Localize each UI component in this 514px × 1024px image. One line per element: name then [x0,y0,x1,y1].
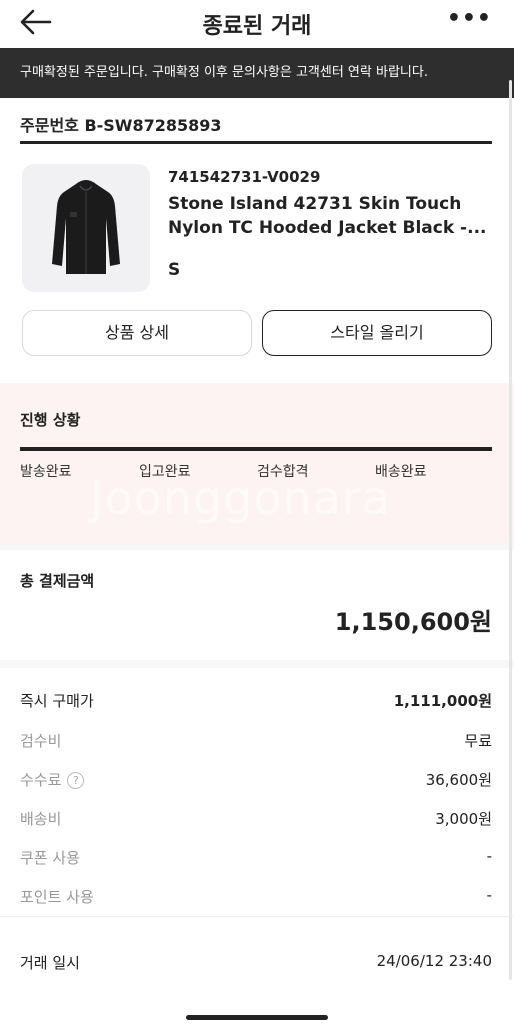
post-style-button[interactable]: 스타일 올리기 [262,310,492,356]
total-payment-section: 총 결제금액 1,150,600원 [0,550,514,660]
shipping-fee-label: 배송비 [20,810,62,828]
order-number: 주문번호 B-SW87285893 [20,116,222,135]
progress-section: Joonggonara 진행 상황 발송완료 입고완료 검수합격 배송완료 [0,383,514,543]
points-value: - [486,886,492,904]
shipping-fee-row: 배송비 3,000원 [20,808,492,832]
step-received: 입고완료 [139,464,191,480]
step-delivered: 배송완료 [375,464,427,480]
service-fee-row: 수수료? 36,600원 [20,769,492,793]
trade-date-row: 거래 일시 24/06/12 23:40 [20,952,492,976]
top-bar: 종료된 거래 ••• [0,0,514,48]
total-amount: 1,150,600원 [334,608,492,636]
help-icon[interactable]: ? [67,772,85,789]
coupon-value: - [486,847,492,865]
progress-title: 진행 상황 [20,411,81,429]
step-inspected: 검수합격 [257,464,309,480]
payment-details: 즉시 구매가 1,111,000원 검수비 무료 수수료? 36,600원 배송… [0,668,514,1024]
product-size: S [168,260,181,280]
product-name: Stone Island 42731 Skin Touch Nylon TC H… [168,194,487,238]
trade-date-label: 거래 일시 [20,954,80,972]
details-divider [0,916,514,917]
page-title: 종료된 거래 [202,14,312,39]
product-detail-button[interactable]: 상품 상세 [22,310,252,356]
points-row: 포인트 사용 - [20,886,492,910]
shipping-fee-value: 3,000원 [435,810,492,828]
instant-buy-label: 즉시 구매가 [20,692,94,710]
product-thumbnail[interactable] [22,164,150,292]
coupon-label: 쿠폰 사용 [20,849,80,867]
more-options-icon[interactable]: ••• [447,6,492,31]
inspection-fee-value: 무료 [464,732,492,750]
product-code: 741542731-V0029 [168,168,321,186]
service-fee-label: 수수료 [20,771,62,789]
points-label: 포인트 사용 [20,888,94,906]
instant-buy-value: 1,111,000원 [393,692,492,710]
scrollbar[interactable] [509,80,512,980]
order-card: 주문번호 B-SW87285893 741542731-V0029 Stone … [0,98,514,383]
confirmation-notice: 구매확정된 주문입니다. 구매확정 이후 문의사항은 고객센터 연락 바랍니다. [0,48,514,98]
order-divider [20,141,492,144]
inspection-fee-label: 검수비 [20,732,62,750]
step-shipped: 발송완료 [20,464,72,480]
inspection-fee-row: 검수비 무료 [20,730,492,754]
total-label: 총 결제금액 [20,572,95,590]
service-fee-label-wrap: 수수료? [20,769,85,790]
price-row: 즉시 구매가 1,111,000원 [20,690,492,714]
service-fee-value: 36,600원 [425,771,492,789]
trade-date-value: 24/06/12 23:40 [376,952,492,970]
home-indicator [186,1015,328,1020]
progress-bar [20,447,492,451]
jacket-image [52,180,120,274]
coupon-row: 쿠폰 사용 - [20,847,492,871]
progress-steps: 발송완료 입고완료 검수합격 배송완료 [20,461,490,485]
